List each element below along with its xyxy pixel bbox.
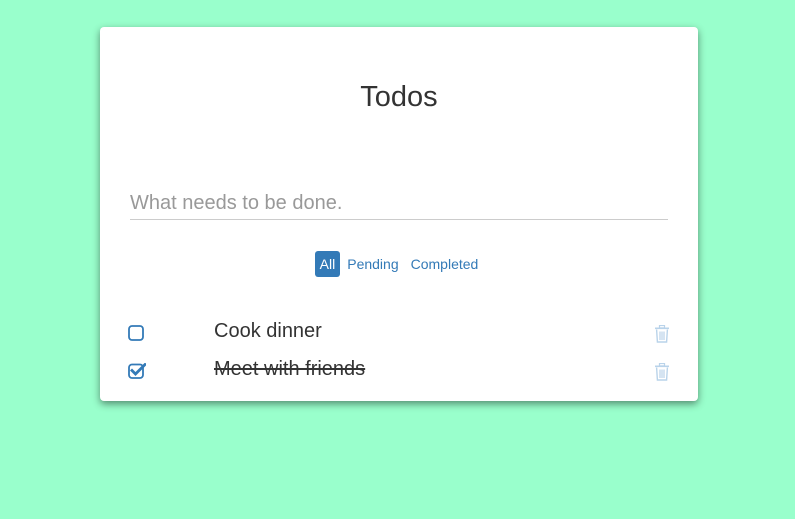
filter-bar: All Pending Completed xyxy=(100,251,698,277)
todo-text: Cook dinner xyxy=(214,320,322,342)
filter-completed[interactable]: Completed xyxy=(406,251,484,277)
todo-list: Cook dinner Meet with friends xyxy=(100,315,698,391)
checkbox-checked-icon[interactable] xyxy=(128,363,146,379)
todo-text: Meet with friends xyxy=(214,358,366,380)
checkbox-unchecked-icon[interactable] xyxy=(128,325,144,341)
trash-icon[interactable] xyxy=(654,324,670,343)
filter-pending[interactable]: Pending xyxy=(342,251,403,277)
new-todo-input[interactable] xyxy=(130,187,668,220)
filter-all[interactable]: All xyxy=(314,251,341,277)
todo-item: Cook dinner xyxy=(100,315,698,353)
todo-card: Todos All Pending Completed Cook dinner xyxy=(100,27,698,401)
page-title: Todos xyxy=(360,81,438,113)
todo-item: Meet with friends xyxy=(100,353,698,391)
trash-icon[interactable] xyxy=(654,362,670,381)
